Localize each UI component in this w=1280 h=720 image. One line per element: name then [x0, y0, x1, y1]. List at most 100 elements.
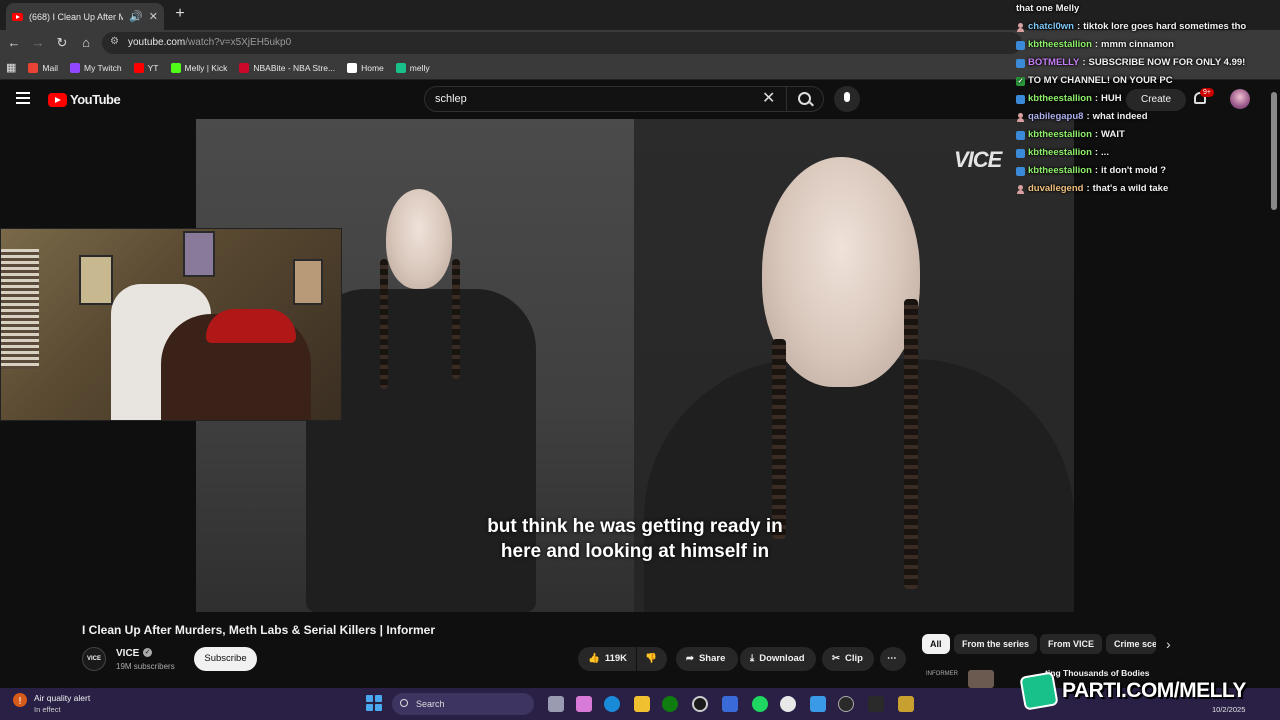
- bookmark-item[interactable]: Melly | Kick: [170, 62, 228, 73]
- youtube-logo-text: YouTube: [70, 92, 121, 107]
- site-info-icon[interactable]: ⚙: [110, 36, 119, 47]
- parti-promo: PARTI.COM/MELLY: [1019, 671, 1276, 711]
- share-label: Share: [698, 653, 726, 664]
- channel-name[interactable]: VICE: [116, 648, 139, 659]
- clip-button[interactable]: ✂ Clip: [822, 647, 874, 671]
- chip-crime-scene[interactable]: Crime sce: [1106, 634, 1156, 654]
- chat-text: HUH: [1101, 93, 1122, 104]
- xbox-icon[interactable]: [662, 696, 678, 712]
- search-icon[interactable]: [786, 87, 822, 111]
- bookmark-item[interactable]: melly: [395, 62, 430, 73]
- chat-message: kbtheestallion: HUH: [1016, 90, 1280, 108]
- streamer-webcam: [0, 228, 342, 421]
- channel-avatar[interactable]: VICE: [82, 647, 106, 671]
- window-blinds: [1, 249, 39, 369]
- chip-from-series[interactable]: From the series: [954, 634, 1038, 654]
- chat-badge-icon: [1016, 148, 1025, 158]
- forward-arrow-icon[interactable]: →: [28, 33, 48, 53]
- bookmark-item[interactable]: Home: [347, 62, 384, 73]
- like-button[interactable]: 👍 119K: [578, 647, 636, 671]
- apps-grid-icon[interactable]: ▦: [6, 61, 16, 74]
- download-button[interactable]: ⤓ Download: [740, 647, 816, 671]
- bookmark-label: Melly | Kick: [184, 62, 228, 73]
- chat-username[interactable]: duvallegend: [1028, 180, 1083, 198]
- bookmark-favicon-icon: [170, 62, 181, 73]
- app-icon[interactable]: [868, 696, 884, 712]
- bookmark-favicon-icon: [395, 62, 406, 73]
- chevron-right-icon[interactable]: ›: [1166, 636, 1171, 652]
- home-icon[interactable]: ⌂: [76, 33, 96, 53]
- chat-username[interactable]: kbtheestallion: [1028, 90, 1092, 108]
- taskbar-search-field[interactable]: Search: [392, 693, 534, 715]
- chat-text: ...: [1101, 147, 1109, 158]
- chat-username[interactable]: kbtheestallion: [1028, 36, 1092, 54]
- bookmark-item[interactable]: My Twitch: [70, 62, 122, 73]
- bookmark-item[interactable]: YT: [133, 62, 159, 73]
- chrome-icon[interactable]: [780, 696, 796, 712]
- back-arrow-icon[interactable]: ←: [4, 33, 24, 53]
- clear-search-icon[interactable]: ✕: [762, 90, 775, 108]
- page-scrollbar[interactable]: [1271, 92, 1277, 210]
- like-count: 119K: [604, 653, 628, 664]
- photos-icon[interactable]: [810, 696, 826, 712]
- bookmark-item[interactable]: NBABite - NBA Stre...: [239, 62, 335, 73]
- store-icon[interactable]: [722, 696, 738, 712]
- spotify-icon[interactable]: [752, 696, 768, 712]
- chat-text: tiktok lore goes hard sometimes tho: [1083, 21, 1247, 32]
- chat-text: TO MY CHANNEL! ON YOUR PC: [1028, 75, 1173, 86]
- chat-message: qabilegapu8: what indeed: [1016, 108, 1280, 126]
- tab-title: (668) I Clean Up After Murde: [29, 11, 124, 22]
- bookmark-item[interactable]: Mail: [28, 62, 58, 73]
- microphone-icon[interactable]: [834, 86, 860, 112]
- youtube-logo[interactable]: YouTube: [48, 92, 121, 107]
- user-icon: [1016, 184, 1025, 194]
- chat-badge-icon: [1016, 130, 1025, 140]
- chat-username[interactable]: BOTMELLY: [1028, 54, 1079, 72]
- weather-widget-status: In effect: [34, 705, 61, 714]
- share-button[interactable]: ➦ Share: [676, 647, 738, 671]
- chat-username[interactable]: kbtheestallion: [1028, 126, 1092, 144]
- copilot-icon[interactable]: [576, 696, 592, 712]
- chat-username[interactable]: kbtheestallion: [1028, 162, 1092, 180]
- more-actions-icon[interactable]: ⋯: [880, 647, 906, 671]
- app-icon[interactable]: [898, 696, 914, 712]
- media-player-icon[interactable]: [838, 696, 854, 712]
- reload-icon[interactable]: ↻: [52, 33, 72, 53]
- clip-label: Clip: [844, 653, 863, 664]
- share-arrow-icon: ➦: [686, 653, 694, 664]
- chat-text: mmm cinnamon: [1101, 39, 1174, 50]
- menu-icon[interactable]: [16, 92, 30, 104]
- new-tab-button[interactable]: +: [170, 4, 190, 24]
- chip-all[interactable]: All: [922, 634, 950, 654]
- recommendation-thumbnail[interactable]: [968, 670, 994, 688]
- chat-message: BOTMELLY: SUBSCRIBE NOW FOR ONLY 4.99!: [1016, 54, 1280, 72]
- edge-browser-icon[interactable]: [604, 696, 620, 712]
- bookmark-favicon-icon: [70, 62, 80, 73]
- speaker-icon[interactable]: 🔊: [129, 10, 143, 23]
- weather-widget-title[interactable]: Air quality alert: [34, 693, 90, 703]
- task-view-icon[interactable]: [548, 696, 564, 712]
- verified-check-icon: ✓: [143, 648, 152, 657]
- windows-start-icon[interactable]: [366, 695, 382, 711]
- chat-username[interactable]: chatcl0wn: [1028, 18, 1074, 36]
- chat-message: kbtheestallion: it don't mold ?: [1016, 162, 1280, 180]
- video-title: I Clean Up After Murders, Meth Labs & Se…: [82, 623, 435, 637]
- dislike-button[interactable]: 👎: [637, 647, 667, 671]
- user-icon: [1016, 22, 1025, 32]
- url-field[interactable]: youtube.com/watch?v=x5XjEH5ukp0: [102, 32, 1022, 54]
- close-tab-icon[interactable]: ✕: [149, 10, 158, 23]
- chat-separator: :: [1086, 111, 1090, 122]
- air-quality-alert-icon[interactable]: !: [12, 692, 28, 708]
- chat-text: WAIT: [1101, 129, 1125, 140]
- chip-from-vice[interactable]: From VICE: [1040, 634, 1103, 654]
- subscribe-button[interactable]: Subscribe: [194, 647, 257, 671]
- chat-username[interactable]: qabilegapu8: [1028, 108, 1083, 126]
- red-cap: [206, 309, 296, 343]
- subtitle-line-2: here and looking at himself in: [500, 541, 770, 562]
- file-explorer-icon[interactable]: [634, 696, 650, 712]
- chat-username[interactable]: kbtheestallion: [1028, 144, 1092, 162]
- obs-icon[interactable]: [692, 696, 708, 712]
- chat-badge-icon: [1016, 58, 1025, 68]
- browser-tab[interactable]: (668) I Clean Up After Murde 🔊 ✕: [6, 3, 164, 30]
- chat-message: ✓ TO MY CHANNEL! ON YOUR PC: [1016, 72, 1280, 90]
